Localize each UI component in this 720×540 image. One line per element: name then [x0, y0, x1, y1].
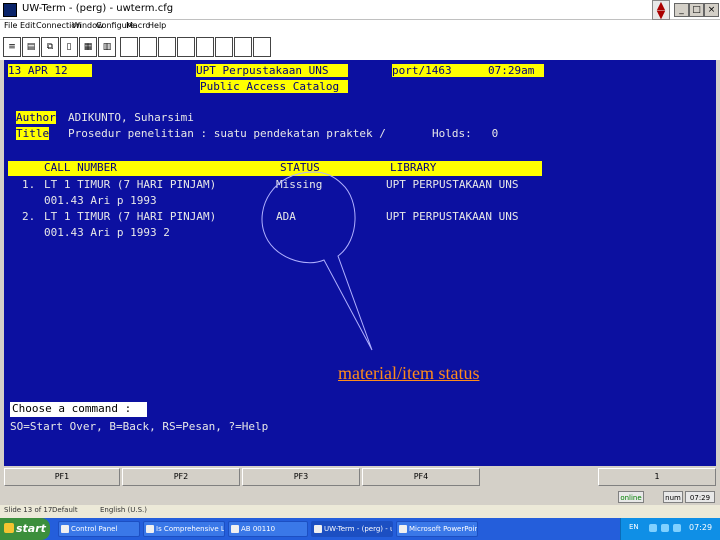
- row-2-library: UPT PERPUSTAKAAN UNS: [386, 210, 519, 223]
- column-status: STATUS: [280, 161, 320, 174]
- numlock-indicator: num: [663, 491, 683, 503]
- status-time: 07:29: [685, 491, 715, 503]
- page-indicator-button[interactable]: 1: [598, 468, 716, 486]
- menu-file[interactable]: File: [4, 21, 17, 30]
- start-label: start: [16, 522, 46, 535]
- toolbar-slot-6[interactable]: [215, 37, 233, 57]
- task-control-panel[interactable]: Control Panel: [58, 521, 140, 537]
- row-2-call-line-1: LT 1 TIMUR (7 HARI PINJAM): [44, 210, 217, 223]
- author-label: Author: [16, 111, 56, 124]
- terminal-catalog-title: Public Access Catalog: [200, 80, 348, 93]
- volume-icon[interactable]: [661, 524, 669, 532]
- callout-label: material/item status: [338, 363, 480, 383]
- pf1-button[interactable]: PF1: [4, 468, 120, 486]
- row-1-status: Missing: [276, 178, 323, 191]
- task-uwterm[interactable]: UW-Term - (perg) - uwt...: [311, 521, 393, 537]
- tray-language[interactable]: EN: [629, 523, 639, 531]
- menu-help[interactable]: Help: [148, 21, 166, 30]
- toolbar-slot-7[interactable]: [234, 37, 252, 57]
- menu-macro[interactable]: Macro: [126, 21, 150, 30]
- toolbar-slot-3[interactable]: [158, 37, 176, 57]
- tray-clock: 07:29: [689, 523, 713, 532]
- task-comprehensive-lit[interactable]: Is Comprehensive Lit...: [143, 521, 225, 537]
- windows-logo-icon: [4, 523, 14, 533]
- design-template: Default: [52, 506, 78, 514]
- windows-taskbar: start Control Panel Is Comprehensive Lit…: [0, 518, 720, 540]
- print-icon[interactable]: ▦: [79, 37, 97, 57]
- slide-counter: Slide 13 of 17: [4, 506, 53, 514]
- task-ab-00110[interactable]: AB 00110: [228, 521, 308, 537]
- window-title: UW-Term - (perg) - uwterm.cfg: [22, 3, 174, 14]
- online-indicator: online: [618, 491, 644, 503]
- column-library: LIBRARY: [390, 161, 437, 174]
- terminal-library-name: UPT Perpustakaan UNS: [196, 64, 348, 77]
- pf3-button[interactable]: PF3: [242, 468, 360, 486]
- settings-icon[interactable]: ▥: [98, 37, 116, 57]
- new-session-icon[interactable]: ≡: [3, 37, 21, 57]
- toolbar-slot-2[interactable]: [139, 37, 157, 57]
- column-call-number: CALL NUMBER: [44, 161, 117, 174]
- title-bar: UW-Term - (perg) - uwterm.cfg ▲ ▼ _ □ ×: [0, 0, 720, 20]
- open-icon[interactable]: ▤: [22, 37, 40, 57]
- row-1-number[interactable]: 1.: [22, 178, 35, 191]
- powerpoint-status-bar: Slide 13 of 17 Default English (U.S.): [0, 505, 720, 518]
- network-icon[interactable]: [649, 524, 657, 532]
- toolbar-slot-8[interactable]: [253, 37, 271, 57]
- author-value: ADIKUNTO, Suharsimi: [68, 111, 194, 124]
- uwterm-application: UW-Term - (perg) - uwterm.cfg ▲ ▼ _ □ × F…: [0, 0, 720, 540]
- toolbar-slot-1[interactable]: [120, 37, 138, 57]
- close-button[interactable]: ×: [704, 3, 719, 17]
- status-bar: online num 07:29: [0, 490, 720, 504]
- paste-icon[interactable]: ▯: [60, 37, 78, 57]
- toolbar-slot-5[interactable]: [196, 37, 214, 57]
- function-keys-bar: PF1 PF2 PF3 PF4 1: [0, 466, 720, 488]
- row-2-call-line-2: 001.43 Ari p 1993 2: [44, 226, 170, 239]
- title-label: Title: [16, 127, 50, 140]
- title-value: Prosedur penelitian : suatu pendekatan p…: [68, 127, 386, 140]
- holdings-column-header: CALL NUMBER STATUS LIBRARY: [8, 161, 542, 176]
- security-icon[interactable]: [673, 524, 681, 532]
- menu-bar: File Edit Connection Window Configure Ma…: [0, 20, 720, 34]
- scroll-arrows-icon[interactable]: ▲ ▼: [652, 0, 670, 20]
- terminal-screen[interactable]: 13 APR 12 UPT Perpustakaan UNS port/1463…: [4, 60, 716, 466]
- task-powerpoint[interactable]: Microsoft PowerPoint...: [396, 521, 478, 537]
- start-button[interactable]: start: [0, 518, 50, 540]
- command-options: SO=Start Over, B=Back, RS=Pesan, ?=Help: [10, 420, 269, 433]
- minimize-button[interactable]: _: [674, 3, 689, 17]
- command-prompt: Choose a command :: [10, 402, 147, 417]
- row-2-number[interactable]: 2.: [22, 210, 35, 223]
- menu-edit[interactable]: Edit: [20, 21, 36, 30]
- row-1-call-line-2: 001.43 Ari p 1993: [44, 194, 157, 207]
- system-tray: EN 07:29: [620, 518, 720, 540]
- terminal-app-icon[interactable]: [3, 3, 17, 17]
- pf2-button[interactable]: PF2: [122, 468, 240, 486]
- row-1-library: UPT PERPUSTAKAAN UNS: [386, 178, 519, 191]
- holds-value: Holds: 0: [432, 127, 499, 140]
- pf4-button[interactable]: PF4: [362, 468, 480, 486]
- terminal-date: 13 APR 12: [8, 64, 92, 77]
- copy-icon[interactable]: ⧉: [41, 37, 59, 57]
- toolbar-slot-4[interactable]: [177, 37, 195, 57]
- language-indicator: English (U.S.): [100, 506, 147, 514]
- terminal-time: 07:29am: [488, 64, 535, 77]
- toolbar: ≡ ▤ ⧉ ▯ ▦ ▥: [0, 34, 720, 60]
- row-2-status: ADA: [276, 210, 296, 223]
- maximize-button[interactable]: □: [689, 3, 704, 17]
- row-1-call-line-1: LT 1 TIMUR (7 HARI PINJAM): [44, 178, 217, 191]
